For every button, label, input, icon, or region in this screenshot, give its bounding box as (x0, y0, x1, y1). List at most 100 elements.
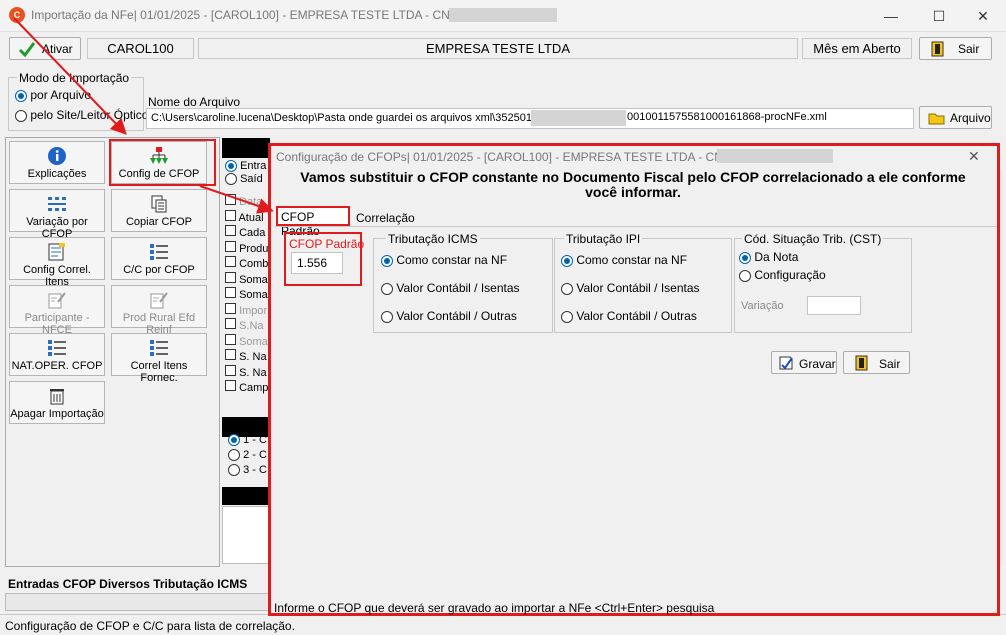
background-checkbox[interactable]: Produ (225, 240, 269, 257)
ipi-radio-option[interactable]: Como constar na NF (561, 253, 700, 281)
background-bottom-radio-label: 3 - C (243, 464, 267, 476)
background-list (222, 506, 270, 564)
tool-config-correl-itens-button[interactable]: Config Correl. Itens (9, 237, 105, 288)
ipi-radio-option[interactable]: Valor Contábil / Isentas (561, 281, 700, 309)
icms-radio-option[interactable]: Valor Contábil / Isentas (381, 281, 520, 309)
background-radio[interactable]: Entra (225, 160, 268, 173)
background-checkbox[interactable]: Data (225, 194, 268, 210)
icms-radio-option[interactable]: Como constar na NF (381, 253, 520, 281)
radio-dot (739, 251, 751, 264)
tab-cfop[interactable]: CFOP (63, 577, 96, 591)
background-checkbox[interactable]: Cada (225, 225, 268, 241)
dialog-close-button[interactable]: ✕ (968, 148, 980, 165)
tab-diversos[interactable]: Diversos (99, 577, 150, 591)
tool-cc-por-cfop-button[interactable]: C/C por CFOP (111, 237, 207, 280)
maximize-button[interactable]: ☐ (916, 2, 962, 30)
checkbox-box (225, 287, 236, 298)
checkbox-box (225, 209, 236, 221)
radio-option-label: Como constar na NF (576, 253, 688, 267)
radio-dot (381, 310, 393, 323)
checkbox-box (225, 256, 236, 267)
bottom-tabs: Entradas CFOP Diversos Tributação ICMS (8, 577, 247, 591)
status-bar: Configuração de CFOP e C/C para lista de… (0, 614, 1006, 635)
tool-apagar-importacao-button[interactable]: Apagar Importação (9, 381, 105, 424)
radio-dot (561, 254, 573, 267)
tab-correlacao[interactable]: Correlação (356, 211, 415, 225)
radio-por-arquivo[interactable]: por Arquivo (15, 88, 91, 102)
tool-variacao-por-cfop-button[interactable]: Variação por CFOP (9, 189, 105, 240)
company-field: EMPRESA TESTE LTDA (198, 38, 798, 59)
background-checkbox[interactable]: Impor (225, 302, 268, 319)
tool-copiar-cfop-button[interactable]: Copiar CFOP (111, 189, 207, 232)
sair-button[interactable]: Sair (919, 37, 992, 60)
tab-tributacao-icms[interactable]: Tributação ICMS (153, 577, 247, 591)
background-checkbox-label: Data (239, 196, 263, 208)
background-radio[interactable]: Saíd (225, 173, 268, 186)
background-checkbox[interactable]: Soma (225, 333, 268, 350)
background-checkbox-label: S. Na (239, 366, 267, 379)
variacao-input[interactable] (807, 296, 861, 315)
save-icon (779, 356, 793, 370)
radio-dot (228, 464, 240, 477)
background-checkbox[interactable]: S. Na (225, 364, 268, 381)
checkbox-box (225, 333, 236, 345)
background-checkbox[interactable]: Soma (225, 287, 268, 303)
tab-entradas[interactable]: Entradas (8, 577, 59, 591)
cst-radio-option[interactable]: Da Nota (739, 250, 826, 268)
checkbox-box (225, 349, 236, 360)
background-checkbox[interactable]: Soma (225, 271, 268, 288)
title-bar: C Importação da NFe| 01/01/2025 - [CAROL… (0, 0, 1006, 32)
radio-dot (561, 282, 573, 295)
redacted-cnpj (449, 8, 557, 22)
trash-icon (46, 386, 68, 406)
background-checkbox-label: Produ (239, 242, 269, 255)
ipi-radio-option[interactable]: Valor Contábil / Outras (561, 309, 700, 337)
minimize-button[interactable]: — (868, 2, 914, 30)
radio-dot (15, 89, 27, 102)
tool-correl-itens-fornec-button[interactable]: Correl Itens Fornec. (111, 333, 207, 384)
tool-explicacoes-button[interactable]: Explicações (9, 141, 105, 184)
gravar-button[interactable]: Gravar (771, 351, 837, 374)
background-bottom-radio[interactable]: 1 - C (228, 434, 267, 449)
dialog-redacted-cnpj (717, 149, 833, 163)
list-icon (148, 338, 170, 358)
ativar-button[interactable]: Ativar (9, 37, 81, 60)
close-button[interactable]: ✕ (960, 2, 1006, 30)
background-checkbox-label: Comb (239, 258, 269, 270)
dialog-sair-button[interactable]: Sair (843, 351, 910, 374)
background-checkbox[interactable]: Comb (225, 256, 268, 272)
background-checkbox[interactable]: Atual (225, 209, 268, 226)
background-bottom-options: 1 - C 2 - C 3 - C (228, 434, 267, 479)
radio-dot (225, 160, 237, 173)
sair-label: Sair (958, 42, 980, 56)
tool-label: C/C por CFOP (123, 264, 195, 276)
file-name-label: Nome do Arquivo (148, 95, 241, 109)
background-checkbox-label: Soma (239, 289, 268, 301)
background-checkbox[interactable]: Camp (225, 380, 268, 396)
bottom-scroll-area (5, 593, 270, 611)
user-field: CAROL100 (87, 38, 194, 59)
radio-option-label: Configuração (754, 268, 826, 282)
cst-radio-option[interactable]: Configuração (739, 268, 826, 286)
tool-participante-nfce-button[interactable]: Participante - NFCE (9, 285, 105, 336)
tool-nat-oper-cfop-button[interactable]: NAT.OPER. CFOP (9, 333, 105, 376)
exit-door-icon (931, 41, 944, 57)
radio-dot (381, 254, 393, 267)
icms-radio-option[interactable]: Valor Contábil / Outras (381, 309, 520, 337)
folder-icon (928, 113, 945, 125)
background-checkbox-label: Cada (239, 227, 266, 239)
background-radio-label: Saíd (240, 173, 263, 185)
tool-prod-rural-efd-reinf-button[interactable]: Prod Rural Efd Reinf (111, 285, 207, 336)
background-bottom-radio[interactable]: 2 - C (228, 449, 267, 464)
tab-cfop-padrao[interactable]: CFOP Padrão (276, 206, 350, 238)
background-options: Entra Saíd Data Atual Cada Produ Comb So… (225, 160, 268, 396)
checkbox-box (225, 380, 236, 391)
por-arquivo-label: por Arquivo (30, 88, 92, 102)
background-checkbox[interactable]: S.Na (225, 318, 268, 334)
background-bottom-radio[interactable]: 3 - C (228, 464, 267, 479)
arquivo-button[interactable]: Arquivo (919, 106, 992, 129)
radio-pelo-site[interactable]: pelo Site/Leitor Óptico (15, 108, 148, 122)
exit-door-icon (855, 355, 868, 371)
background-checkbox[interactable]: S. Na (225, 349, 268, 365)
cfop-padrao-input[interactable]: 1.556 (291, 252, 343, 274)
